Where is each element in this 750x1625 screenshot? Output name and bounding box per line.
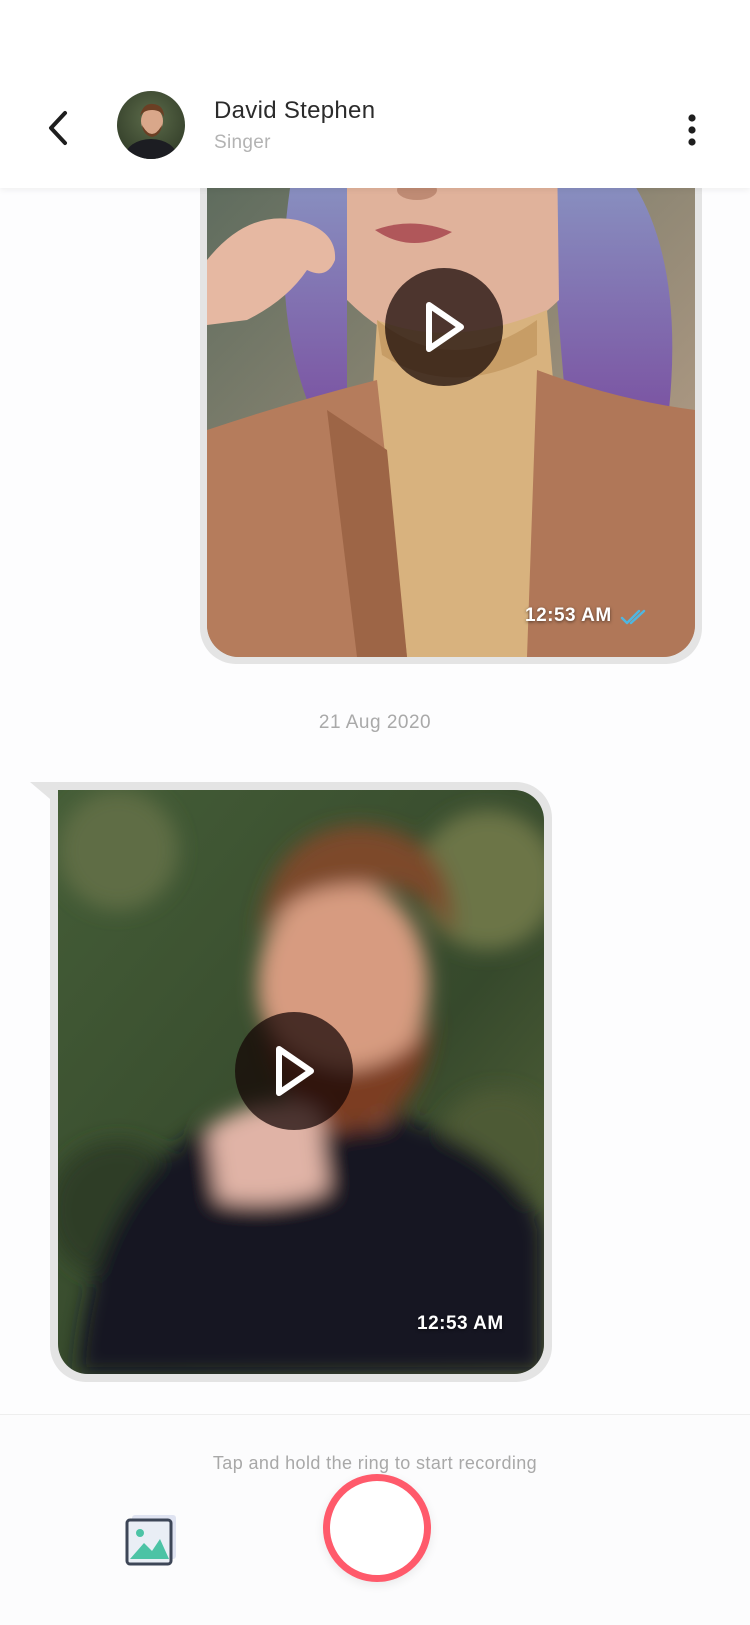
- message-bubble-sent: 12:53 AM: [200, 150, 702, 664]
- vertical-dots-icon: [688, 114, 696, 146]
- contact-name: David Stephen: [214, 97, 376, 124]
- play-icon: [276, 1046, 314, 1096]
- contact-subtitle: Singer: [214, 132, 271, 153]
- gallery-button[interactable]: [122, 1509, 182, 1569]
- video-thumbnail[interactable]: 12:53 AM: [207, 150, 695, 657]
- message-time: 12:53 AM: [525, 605, 612, 626]
- back-button[interactable]: [36, 104, 80, 152]
- chevron-left-icon: [49, 111, 67, 145]
- recording-hint: Tap and hold the ring to start recording: [212, 1453, 538, 1473]
- image-gallery-icon: [125, 1515, 176, 1566]
- play-icon: [426, 302, 464, 352]
- play-button[interactable]: [385, 268, 503, 386]
- chat-header: David Stephen Singer: [0, 0, 750, 188]
- date-separator: 21 Aug 2020: [318, 712, 432, 733]
- double-check-icon: [620, 609, 646, 625]
- avatar[interactable]: [117, 91, 185, 159]
- record-button[interactable]: [323, 1474, 431, 1582]
- play-button[interactable]: [235, 1012, 353, 1130]
- video-thumbnail[interactable]: 12:53 AM: [58, 790, 544, 1374]
- message-bubble-received: 12:53 AM: [50, 782, 552, 1382]
- more-options-button[interactable]: [672, 108, 712, 152]
- message-time: 12:53 AM: [417, 1313, 504, 1334]
- recording-bar: Tap and hold the ring to start recording: [0, 1414, 750, 1625]
